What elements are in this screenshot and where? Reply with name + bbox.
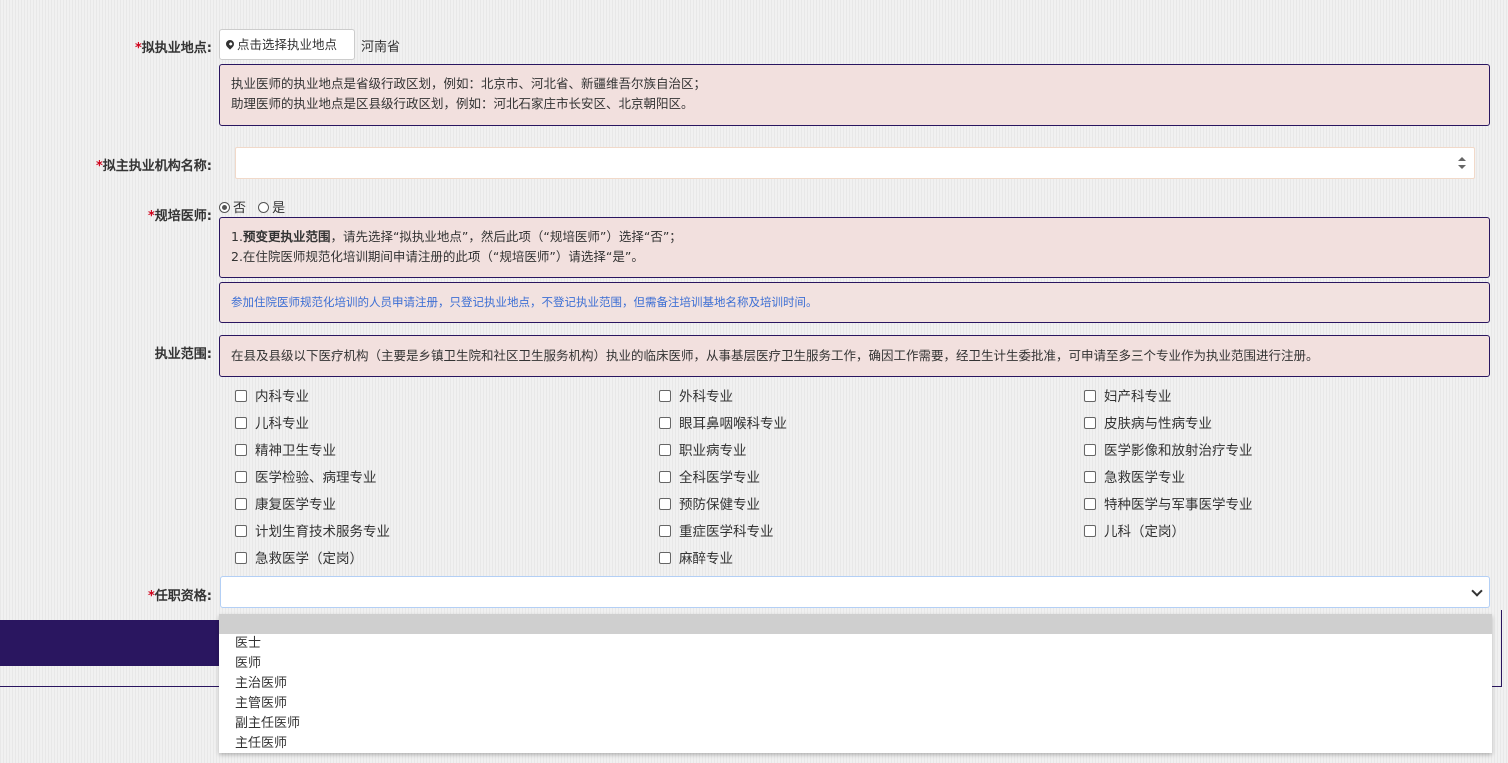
scope-checkbox-item[interactable]: 医学检验、病理专业 (235, 466, 377, 486)
checkbox[interactable] (659, 417, 671, 429)
resident-info-box: 1.预变更执业范围，请先选择“拟执业地点”，然后此项（“规培医师”）选择“否”；… (219, 217, 1490, 278)
practice-location-label: *拟执业地点: (134, 41, 212, 56)
choose-location-button[interactable]: 点击选择执业地点 (219, 29, 355, 60)
dropdown-option-empty[interactable] (219, 614, 1492, 634)
scope-checkbox-item[interactable]: 皮肤病与性病专业 (1084, 412, 1212, 432)
scope-info-box: 在县及县级以下医疗机构（主要是乡镇卫生院和社区卫生服务机构）执业的临床医师，从事… (219, 335, 1490, 377)
updown-icon (1458, 156, 1466, 170)
checkbox[interactable] (235, 444, 247, 456)
dropdown-option[interactable]: 医师 (219, 654, 1492, 674)
scope-checkbox-item[interactable]: 康复医学专业 (235, 493, 336, 513)
qualification-select[interactable] (220, 576, 1490, 608)
checkbox[interactable] (1084, 498, 1096, 510)
scope-checkbox-item[interactable]: 职业病专业 (659, 439, 747, 459)
location-info-box: 执业医师的执业地点是省级行政区划，例如：北京市、河北省、新疆维吾尔族自治区； 助… (219, 64, 1490, 126)
checkbox[interactable] (235, 525, 247, 537)
selected-location-value: 河南省 (361, 40, 401, 55)
scope-checkbox-item[interactable]: 儿科专业 (235, 412, 309, 432)
practice-scope-label: 执业范围: (154, 347, 212, 362)
scope-checkbox-item[interactable]: 医学影像和放射治疗专业 (1084, 439, 1253, 459)
checkbox[interactable] (1084, 471, 1096, 483)
radio-no[interactable]: 否 (219, 201, 246, 216)
checkbox[interactable] (1084, 390, 1096, 402)
checkbox[interactable] (1084, 444, 1096, 456)
scope-checkbox-item[interactable]: 重症医学科专业 (659, 520, 774, 540)
radio-selected-icon (219, 202, 230, 213)
qualification-label: *任职资格: (147, 589, 212, 604)
submit-bar (0, 620, 220, 666)
radio-unselected-icon (258, 202, 270, 213)
resident-doctor-options: 否 是 (219, 197, 285, 216)
qualification-dropdown-list: 医士 医师 主治医师 主管医师 副主任医师 主任医师 (219, 614, 1492, 753)
checkbox[interactable] (659, 471, 671, 483)
map-pin-icon (224, 38, 236, 50)
checkbox[interactable] (1084, 417, 1096, 429)
scope-checkbox-item[interactable]: 麻醉专业 (659, 547, 733, 567)
divider-vertical (1501, 610, 1502, 687)
institution-label: *拟主执业机构名称: (95, 159, 212, 174)
scope-checkbox-item[interactable]: 全科医学专业 (659, 466, 760, 486)
checkbox[interactable] (235, 390, 247, 402)
checkbox[interactable] (659, 552, 671, 564)
chevron-down-icon (1471, 585, 1483, 597)
scope-checkbox-item[interactable]: 妇产科专业 (1084, 385, 1172, 405)
scope-checkbox-item[interactable]: 内科专业 (235, 385, 309, 405)
scope-checkbox-item[interactable]: 计划生育技术服务专业 (235, 520, 390, 540)
scope-checkbox-item[interactable]: 眼耳鼻咽喉科专业 (659, 412, 787, 432)
scope-checkbox-item[interactable]: 特种医学与军事医学专业 (1084, 493, 1253, 513)
scope-checkbox-item[interactable]: 急救医学（定岗） (235, 547, 363, 567)
scope-checkbox-item[interactable]: 儿科（定岗） (1084, 520, 1185, 540)
checkbox[interactable] (235, 471, 247, 483)
checkbox[interactable] (659, 390, 671, 402)
scope-checkbox-item[interactable]: 预防保健专业 (659, 493, 760, 513)
checkbox[interactable] (659, 498, 671, 510)
dropdown-option[interactable]: 主治医师 (219, 674, 1492, 694)
dropdown-option[interactable]: 副主任医师 (219, 714, 1492, 734)
checkbox[interactable] (659, 444, 671, 456)
dropdown-option[interactable]: 主任医师 (219, 734, 1492, 754)
scope-checkbox-item[interactable]: 精神卫生专业 (235, 439, 336, 459)
dropdown-option[interactable]: 主管医师 (219, 694, 1492, 714)
dropdown-option[interactable]: 医士 (219, 634, 1492, 654)
checkbox[interactable] (659, 525, 671, 537)
resident-doctor-label: *规培医师: (147, 209, 212, 224)
scope-checkbox-item[interactable]: 外科专业 (659, 385, 733, 405)
checkbox[interactable] (235, 552, 247, 564)
scope-checkbox-item[interactable]: 急救医学专业 (1084, 466, 1185, 486)
institution-select[interactable] (235, 147, 1475, 179)
radio-yes[interactable]: 是 (258, 201, 285, 216)
checkbox[interactable] (235, 417, 247, 429)
checkbox[interactable] (1084, 525, 1096, 537)
resident-note-box: 参加住院医师规范化培训的人员申请注册，只登记执业地点，不登记执业范围，但需备注培… (219, 282, 1490, 323)
checkbox[interactable] (235, 498, 247, 510)
